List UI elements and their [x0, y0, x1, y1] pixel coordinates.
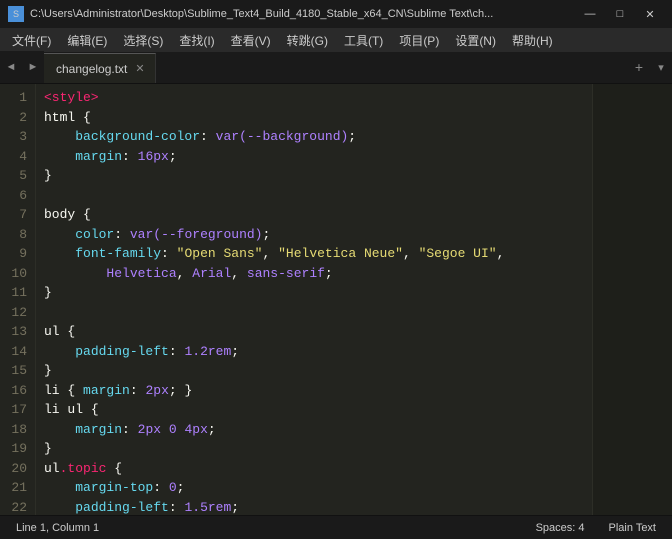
line-number: 21: [8, 478, 27, 498]
statusbar-right: Spaces: 4 Plain Text: [532, 522, 660, 534]
line-number: 14: [8, 342, 27, 362]
minimap: <style> html { background-color: var(--b…: [592, 84, 672, 515]
menu-item-t[interactable]: 工具(T): [336, 28, 391, 52]
line-number: 1: [8, 88, 27, 108]
menu-item-p[interactable]: 项目(P): [391, 28, 447, 52]
status-spaces[interactable]: Spaces: 4: [532, 522, 589, 534]
line-number: 13: [8, 322, 27, 342]
menu-item-i[interactable]: 查找(I): [171, 28, 222, 52]
window-title: C:\Users\Administrator\Desktop\Sublime_T…: [30, 8, 576, 20]
line-number: 2: [8, 108, 27, 128]
status-position[interactable]: Line 1, Column 1: [12, 522, 103, 534]
tab-changelog[interactable]: changelog.txt ✕: [44, 53, 156, 83]
code-line: Helvetica, Arial, sans-serif;: [44, 264, 584, 284]
code-line: }: [44, 166, 584, 186]
tab-add-button[interactable]: +: [628, 51, 650, 83]
menu-item-n[interactable]: 设置(N): [447, 28, 504, 52]
code-line: }: [44, 283, 584, 303]
line-number: 7: [8, 205, 27, 225]
line-number: 6: [8, 186, 27, 206]
line-number: 9: [8, 244, 27, 264]
maximize-button[interactable]: □: [606, 0, 634, 28]
menu-item-h[interactable]: 帮助(H): [504, 28, 561, 52]
tabbar: ◄ ► changelog.txt ✕ + ▾: [0, 52, 672, 84]
line-number: 17: [8, 400, 27, 420]
code-line: font-family: "Open Sans", "Helvetica Neu…: [44, 244, 584, 264]
line-number: 8: [8, 225, 27, 245]
line-numbers: 1234567891011121314151617181920212223242…: [0, 84, 36, 515]
titlebar: S C:\Users\Administrator\Desktop\Sublime…: [0, 0, 672, 28]
line-number: 20: [8, 459, 27, 479]
tab-close-button[interactable]: ✕: [135, 62, 144, 75]
code-line: color: var(--foreground);: [44, 225, 584, 245]
line-number: 5: [8, 166, 27, 186]
line-number: 15: [8, 361, 27, 381]
code-area[interactable]: <style>html { background-color: var(--ba…: [36, 84, 592, 515]
line-number: 22: [8, 498, 27, 516]
menubar: 文件(F)编辑(E)选择(S)查找(I)查看(V)转跳(G)工具(T)项目(P)…: [0, 28, 672, 52]
minimize-button[interactable]: —: [576, 0, 604, 28]
close-button[interactable]: ✕: [636, 0, 664, 28]
code-line: margin: 16px;: [44, 147, 584, 167]
app-icon: S: [8, 6, 24, 22]
tab-nav-prev[interactable]: ◄: [0, 51, 22, 83]
code-line: ul.topic {: [44, 459, 584, 479]
line-number: 11: [8, 283, 27, 303]
menu-item-v[interactable]: 查看(V): [223, 28, 279, 52]
line-number: 12: [8, 303, 27, 323]
code-line: background-color: var(--background);: [44, 127, 584, 147]
menu-item-g[interactable]: 转跳(G): [279, 28, 336, 52]
code-line: [44, 303, 584, 323]
menu-item-f[interactable]: 文件(F): [4, 28, 59, 52]
code-line: margin-top: 0;: [44, 478, 584, 498]
code-line: body {: [44, 205, 584, 225]
line-number: 10: [8, 264, 27, 284]
menu-item-e[interactable]: 编辑(E): [59, 28, 115, 52]
line-number: 3: [8, 127, 27, 147]
line-number: 19: [8, 439, 27, 459]
status-syntax[interactable]: Plain Text: [605, 522, 661, 534]
menu-item-s[interactable]: 选择(S): [115, 28, 171, 52]
line-number: 18: [8, 420, 27, 440]
tab-nav-next[interactable]: ►: [22, 51, 44, 83]
code-line: margin: 2px 0 4px;: [44, 420, 584, 440]
code-line: padding-left: 1.5rem;: [44, 498, 584, 516]
code-line: li { margin: 2px; }: [44, 381, 584, 401]
line-number: 4: [8, 147, 27, 167]
code-line: li ul {: [44, 400, 584, 420]
code-line: <style>: [44, 88, 584, 108]
code-line: [44, 186, 584, 206]
window-controls: — □ ✕: [576, 0, 664, 28]
code-line: }: [44, 439, 584, 459]
code-line: ul {: [44, 322, 584, 342]
line-number: 16: [8, 381, 27, 401]
editor: 1234567891011121314151617181920212223242…: [0, 84, 672, 515]
statusbar: Line 1, Column 1 Spaces: 4 Plain Text: [0, 515, 672, 539]
code-line: }: [44, 361, 584, 381]
tab-label: changelog.txt: [56, 62, 127, 76]
code-line: html {: [44, 108, 584, 128]
code-line: padding-left: 1.2rem;: [44, 342, 584, 362]
tab-list-button[interactable]: ▾: [650, 51, 672, 83]
